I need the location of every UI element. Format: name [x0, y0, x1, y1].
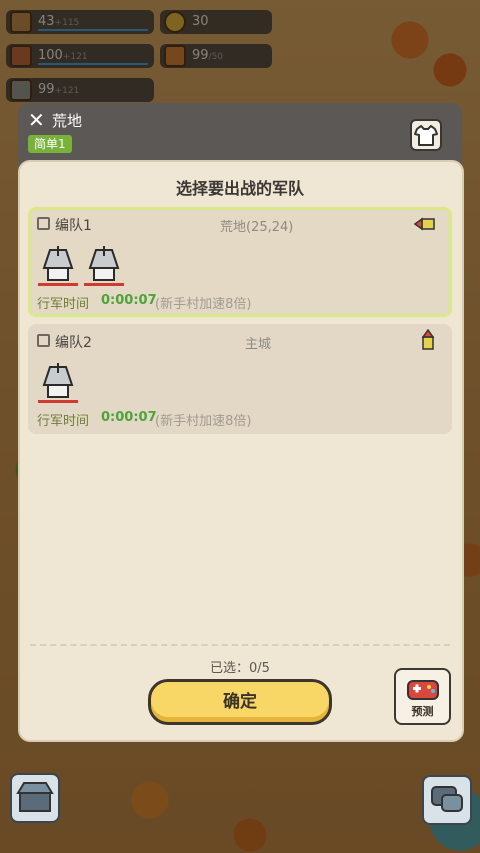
squad-2-march-label: 行军时间	[37, 414, 90, 429]
shirt-button[interactable]	[410, 119, 442, 151]
squad-1-march-label: 行军时间	[37, 297, 90, 312]
squad-1-name: 编队1	[55, 218, 92, 234]
unit-icon[interactable]	[38, 359, 78, 401]
squad-2-location-icon[interactable]	[420, 329, 436, 351]
squad-1-checkbox[interactable]	[37, 217, 50, 230]
squad-1-location-icon[interactable]	[414, 216, 436, 232]
game-predict-icon	[407, 680, 439, 700]
squad-2-march-time: 0:00:07	[101, 410, 157, 425]
predict-button[interactable]: 预测	[394, 668, 451, 725]
unit-icon[interactable]	[38, 242, 78, 284]
squad-2-destination: 主城	[245, 337, 272, 352]
close-icon[interactable]: ✕	[28, 110, 48, 130]
predict-label: 预测	[411, 705, 434, 718]
unit-health-bar	[84, 283, 124, 286]
squad-2-name: 编队2	[55, 335, 92, 351]
target-title: 荒地	[52, 112, 83, 130]
unit-icon[interactable]	[84, 242, 124, 284]
shop-icon	[16, 782, 54, 812]
panel-title: 选择要出战的军队	[175, 179, 304, 198]
squad-1-destination: 荒地(25,24)	[220, 220, 294, 235]
chat-icon	[431, 786, 463, 812]
unit-health-bar	[38, 400, 78, 403]
squad-1-march-time: 0:00:07	[101, 293, 157, 308]
squad-1-march-note: (新手村加速8倍)	[155, 297, 252, 312]
unit-health-bar	[38, 283, 78, 286]
squad-2-checkbox[interactable]	[37, 334, 50, 347]
shirt-icon	[414, 125, 438, 146]
confirm-button[interactable]: 确定	[148, 679, 332, 725]
squad-2-march-note: (新手村加速8倍)	[155, 414, 252, 429]
shop-button[interactable]	[10, 773, 60, 823]
panel-divider	[30, 644, 450, 646]
chat-button[interactable]	[422, 775, 472, 825]
difficulty-badge: 简单1	[28, 135, 72, 153]
